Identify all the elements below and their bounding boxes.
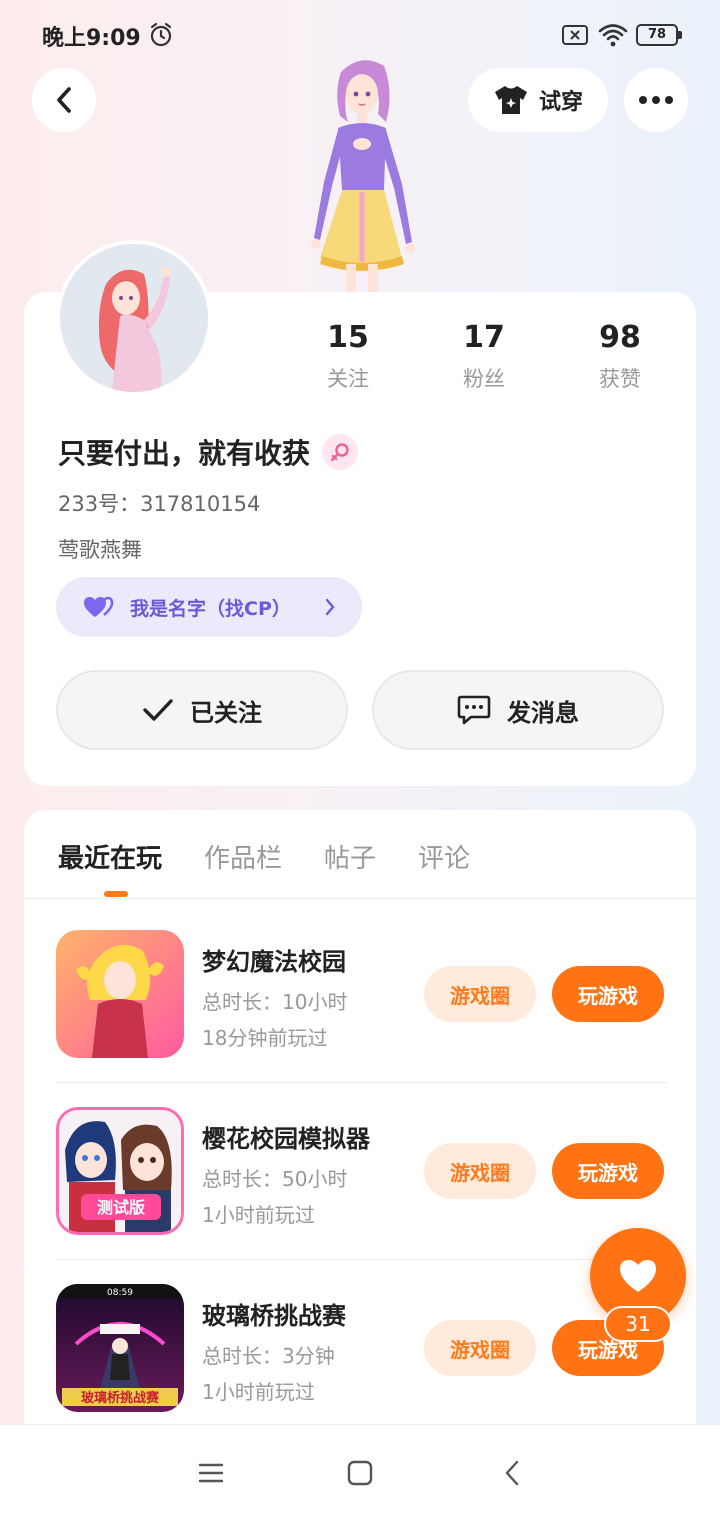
game-icon[interactable]: [56, 930, 184, 1058]
send-message-button[interactable]: 发消息: [372, 670, 664, 750]
stat-likes[interactable]: 98 获赞: [552, 320, 688, 393]
battery-level: 78: [636, 24, 678, 46]
stat-label: 粉丝: [463, 367, 505, 391]
chevron-right-icon: [325, 598, 335, 616]
no-sim-icon: [562, 25, 588, 45]
send-message-label: 发消息: [507, 698, 579, 727]
row-divider: [56, 1082, 668, 1083]
tab-works[interactable]: 作品栏: [204, 838, 282, 875]
more-options-button[interactable]: [624, 68, 688, 132]
play-game-button[interactable]: 玩游戏: [552, 966, 664, 1022]
game-name: 樱花校园模拟器: [202, 1125, 370, 1153]
stat-followers[interactable]: 17 粉丝: [416, 320, 552, 393]
game-name: 梦幻魔法校园: [202, 948, 346, 976]
game-list-item[interactable]: 08:59 玻璃桥挑战赛 玻璃桥挑战赛 总时长：3分钟 1小时前玩过 游戏圈 玩…: [56, 1284, 668, 1416]
stat-following[interactable]: 15 关注: [280, 320, 416, 393]
followed-button[interactable]: 已关注: [56, 670, 348, 750]
alarm-icon: [150, 22, 172, 47]
game-name: 玻璃桥挑战赛: [202, 1302, 346, 1330]
female-gender-icon: [322, 434, 359, 470]
try-on-label: 试穿: [538, 90, 583, 115]
game-last-played: 1小时前玩过: [202, 1380, 315, 1404]
tab-recently-played[interactable]: 最近在玩: [58, 838, 162, 875]
game-icon-label: 测试版: [97, 1198, 145, 1217]
back-nav-button[interactable]: [494, 1455, 530, 1491]
nickname-text: 只要付出，就有收获: [58, 437, 311, 470]
game-list-item[interactable]: 测试版 樱花校园模拟器 总时长：50小时 1小时前玩过 游戏圈 玩游戏: [56, 1107, 668, 1260]
heart-icon: [620, 1260, 656, 1292]
battery-icon: 78: [636, 24, 682, 46]
wifi-icon: [598, 24, 628, 47]
stat-value: 17: [463, 320, 505, 355]
game-last-played: 1小时前玩过: [202, 1203, 315, 1227]
game-circle-button[interactable]: 游戏圈: [424, 1143, 536, 1199]
stat-value: 98: [599, 320, 641, 355]
user-signature: 莺歌燕舞: [58, 538, 142, 562]
game-circle-button[interactable]: 游戏圈: [424, 1320, 536, 1376]
game-icon[interactable]: 测试版: [56, 1107, 184, 1235]
tab-comments[interactable]: 评论: [418, 838, 470, 875]
like-count-badge: 31: [604, 1306, 672, 1342]
avatar-3d-figure: [311, 60, 415, 296]
tab-divider: [24, 898, 696, 899]
square-icon: [347, 1460, 373, 1486]
stat-label: 获赞: [599, 367, 641, 391]
status-time: 晚上9:09: [42, 26, 141, 51]
game-list-item[interactable]: 梦幻魔法校园 总时长：10小时 18分钟前玩过 游戏圈 玩游戏: [56, 930, 668, 1083]
row-divider: [56, 1259, 668, 1260]
avatar-image: [60, 244, 208, 392]
more-dots-icon: [639, 96, 673, 104]
chat-bubble-icon: [457, 695, 491, 725]
play-game-button[interactable]: 玩游戏: [552, 1143, 664, 1199]
game-playtime: 总时长：3分钟: [202, 1344, 335, 1368]
game-last-played: 18分钟前玩过: [202, 1026, 328, 1050]
cp-label: 我是名字（找CP）: [130, 597, 291, 620]
stat-label: 关注: [327, 367, 369, 391]
system-nav-bar: [0, 1424, 720, 1520]
chevron-left-icon: [57, 87, 71, 113]
game-icon-label: 玻璃桥挑战赛: [81, 1390, 160, 1406]
cp-chip[interactable]: 我是名字（找CP）: [56, 577, 362, 637]
back-button[interactable]: [32, 68, 96, 132]
avatar[interactable]: [56, 240, 212, 396]
game-playtime: 总时长：10小时: [202, 990, 348, 1014]
game-circle-button[interactable]: 游戏圈: [424, 966, 536, 1022]
followed-label: 已关注: [190, 698, 262, 727]
profile-stats: 15 关注 17 粉丝 98 获赞: [280, 320, 688, 393]
game-icon[interactable]: 08:59 玻璃桥挑战赛: [56, 1284, 184, 1412]
checkmark-icon: [143, 699, 173, 721]
try-on-button[interactable]: 试穿: [468, 68, 608, 132]
active-tab-indicator: [104, 891, 128, 897]
home-button[interactable]: [342, 1455, 378, 1491]
profile-tabs: 最近在玩 作品栏 帖子 评论: [58, 838, 470, 875]
chevron-left-icon: [505, 1460, 519, 1486]
tshirt-icon: [494, 86, 527, 114]
stat-value: 15: [327, 320, 369, 355]
recent-apps-button[interactable]: [193, 1455, 229, 1491]
tab-posts[interactable]: 帖子: [324, 838, 376, 875]
double-heart-icon: [84, 596, 114, 617]
nickname: 只要付出，就有收获: [58, 432, 359, 472]
user-id: 233号：317810154: [58, 492, 261, 516]
game-playtime: 总时长：50小时: [202, 1167, 348, 1191]
menu-icon: [198, 1463, 224, 1483]
game-icon-hud: 08:59: [107, 1288, 133, 1298]
